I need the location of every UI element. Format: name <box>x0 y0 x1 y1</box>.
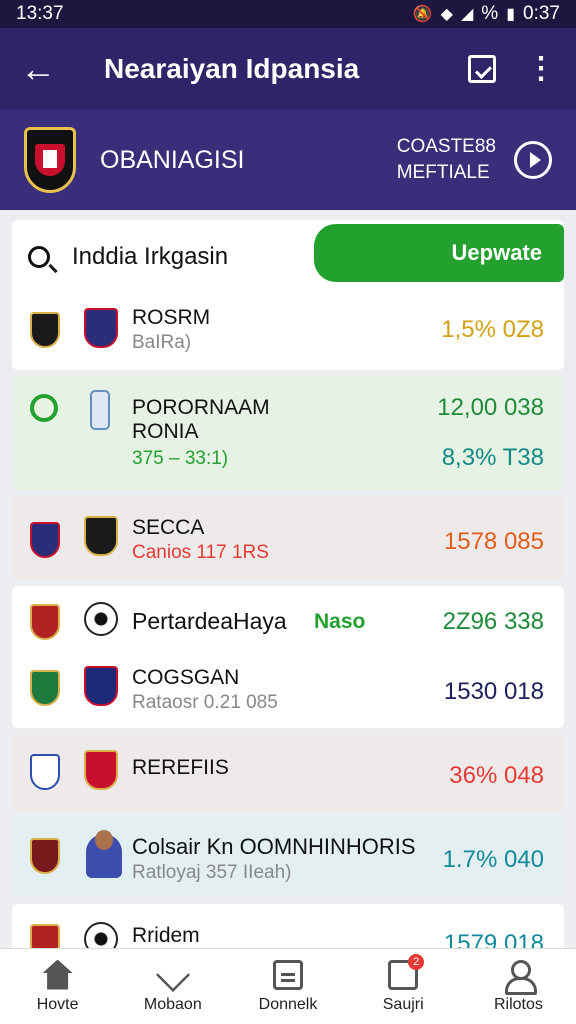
back-arrow-icon[interactable]: ← <box>20 48 80 90</box>
match-sub: 375 – 33:1) <box>132 448 229 469</box>
nav-item-mobaon[interactable]: Mobaon <box>115 949 230 1024</box>
wifi-icon: ◆ <box>440 6 453 23</box>
team-logo-icon <box>30 312 60 348</box>
team-meta-line1: COASTE88 <box>396 136 496 157</box>
edit-icon[interactable] <box>468 55 496 83</box>
match-stat: 2Z96 338 <box>442 608 544 635</box>
team-name: OBANIAGISI <box>100 145 245 174</box>
notification-badge: 2 <box>408 953 425 970</box>
football-icon <box>84 602 118 636</box>
status-right-time: 0:37 <box>523 3 560 24</box>
match-stat: 1,5% 0Z8 <box>441 316 544 343</box>
team-header: OBANIAGISI COASTE88 MEFTIALE <box>0 110 576 210</box>
match-tag: Naso <box>314 610 366 633</box>
match-card[interactable]: SECCA Canios 117 1RS 1578 085 <box>12 496 564 580</box>
mute-icon: 🔕 <box>412 6 433 23</box>
nav-item-donnelk[interactable]: Donnelk <box>230 949 345 1024</box>
match-name: Rridem <box>132 924 200 947</box>
match-card[interactable]: ROSRM BaIRa) 1,5% 0Z8 <box>12 296 564 370</box>
document-icon <box>273 959 303 990</box>
match-name: ROSRM <box>132 306 211 329</box>
list-item[interactable]: ROSRM BaIRa) 1,5% 0Z8 <box>12 296 564 366</box>
match-sub: Rataosr 0.21 085 <box>132 692 278 713</box>
nav-item-rilotos[interactable]: Rilotos <box>461 949 576 1024</box>
match-stat: 1530 018 <box>443 678 544 705</box>
team-logo-icon <box>30 838 60 874</box>
match-stat: 1578 085 <box>443 528 544 555</box>
match-name: PertardeaHaya <box>132 608 287 634</box>
match-stat-secondary: 8,3% T38 <box>441 444 544 471</box>
play-button[interactable] <box>514 141 552 179</box>
match-card[interactable]: PertardeaHaya Naso 2Z96 338 COGSGAN Rata… <box>12 586 564 728</box>
match-name: PORORNAAM <box>132 396 270 419</box>
match-sub: Canios 117 1RS <box>132 542 269 563</box>
match-sub: BaIRa) <box>132 332 192 353</box>
nav-item-home[interactable]: Hovte <box>0 949 115 1024</box>
status-icons: 🔕 ◆ ◢ % ▮ 0:37 <box>413 3 560 25</box>
bottom-navigation: Hovte Mobaon Donnelk 2 Saujri Rilotos <box>0 948 576 1024</box>
search-icon <box>28 246 50 268</box>
team-crest-icon <box>24 127 76 193</box>
match-name-line2: RONIA <box>132 420 199 443</box>
list-item[interactable]: SECCA Canios 117 1RS 1578 085 <box>12 496 564 566</box>
team-logo-icon <box>30 604 60 640</box>
live-indicator-icon <box>30 394 58 422</box>
match-name: SECCA <box>132 516 205 539</box>
nav-label: Hovte <box>36 995 79 1013</box>
match-card[interactable]: REREFIIS 36% 048 <box>12 734 564 812</box>
player-avatar <box>86 830 122 878</box>
match-stat: 36% 048 <box>449 762 544 789</box>
list-item[interactable]: COGSGAN Rataosr 0.21 085 1530 018 <box>12 656 564 726</box>
team-logo-icon <box>84 308 118 348</box>
team-logo-icon <box>90 390 110 430</box>
status-bar: 13:37 🔕 ◆ ◢ % ▮ 0:37 <box>0 0 576 28</box>
nav-label: Donnelk <box>258 995 318 1013</box>
match-stat: 1.7% 040 <box>442 846 544 873</box>
nav-label: Mobaon <box>143 995 202 1013</box>
more-options-icon[interactable]: ⋮ <box>526 54 556 84</box>
team-meta: COASTE88 MEFTIALE <box>397 134 496 186</box>
list-item[interactable]: Colsair Kn OOMNHINHORIS Ratloyaj 357 IIe… <box>12 816 564 886</box>
match-stat: 12,00 038 <box>437 394 544 421</box>
match-card[interactable]: PORORNAAM RONIA 375 – 33:1) 12,00 038 8,… <box>12 376 564 490</box>
team-logo-icon <box>30 670 60 706</box>
notification-icon: 2 <box>388 953 425 990</box>
team-logo-icon <box>30 754 60 790</box>
nav-label: Rilotos <box>493 995 543 1013</box>
match-name: COGSGAN <box>132 666 240 689</box>
battery-percent: % <box>481 3 499 24</box>
team-logo-icon <box>84 516 118 556</box>
match-card[interactable]: Colsair Kn OOMNHINHORIS Ratloyaj 357 IIe… <box>12 816 564 896</box>
list-item[interactable]: PORORNAAM RONIA 375 – 33:1) 12,00 038 8,… <box>12 376 564 490</box>
nav-label: Saujri <box>382 995 424 1013</box>
list-item[interactable]: PertardeaHaya Naso 2Z96 338 <box>12 586 564 656</box>
team-meta-line2: MEFTIALE <box>396 162 490 183</box>
user-icon <box>503 959 538 995</box>
status-time: 13:37 <box>16 3 64 24</box>
app-bar: ← Nearaiyan Idpansia ⋮ <box>0 28 576 110</box>
team-logo-icon <box>30 522 60 558</box>
match-sub: Ratloyaj 357 IIeah) <box>132 862 292 883</box>
battery-icon: ▮ <box>506 6 516 23</box>
match-name: Colsair Kn OOMNHINHORIS <box>132 834 416 859</box>
nav-item-saujri[interactable]: 2 Saujri <box>346 949 461 1024</box>
team-logo-icon <box>84 750 118 790</box>
list-item[interactable]: REREFIIS 36% 048 <box>12 734 564 804</box>
update-button[interactable]: Uepwate <box>314 224 564 282</box>
page-title: Nearaiyan Idpansia <box>104 53 360 84</box>
home-icon <box>42 959 73 990</box>
signal-icon: ◢ <box>460 6 474 23</box>
match-name: REREFIIS <box>132 756 229 779</box>
heart-icon <box>155 957 190 992</box>
team-logo-icon <box>84 666 118 706</box>
